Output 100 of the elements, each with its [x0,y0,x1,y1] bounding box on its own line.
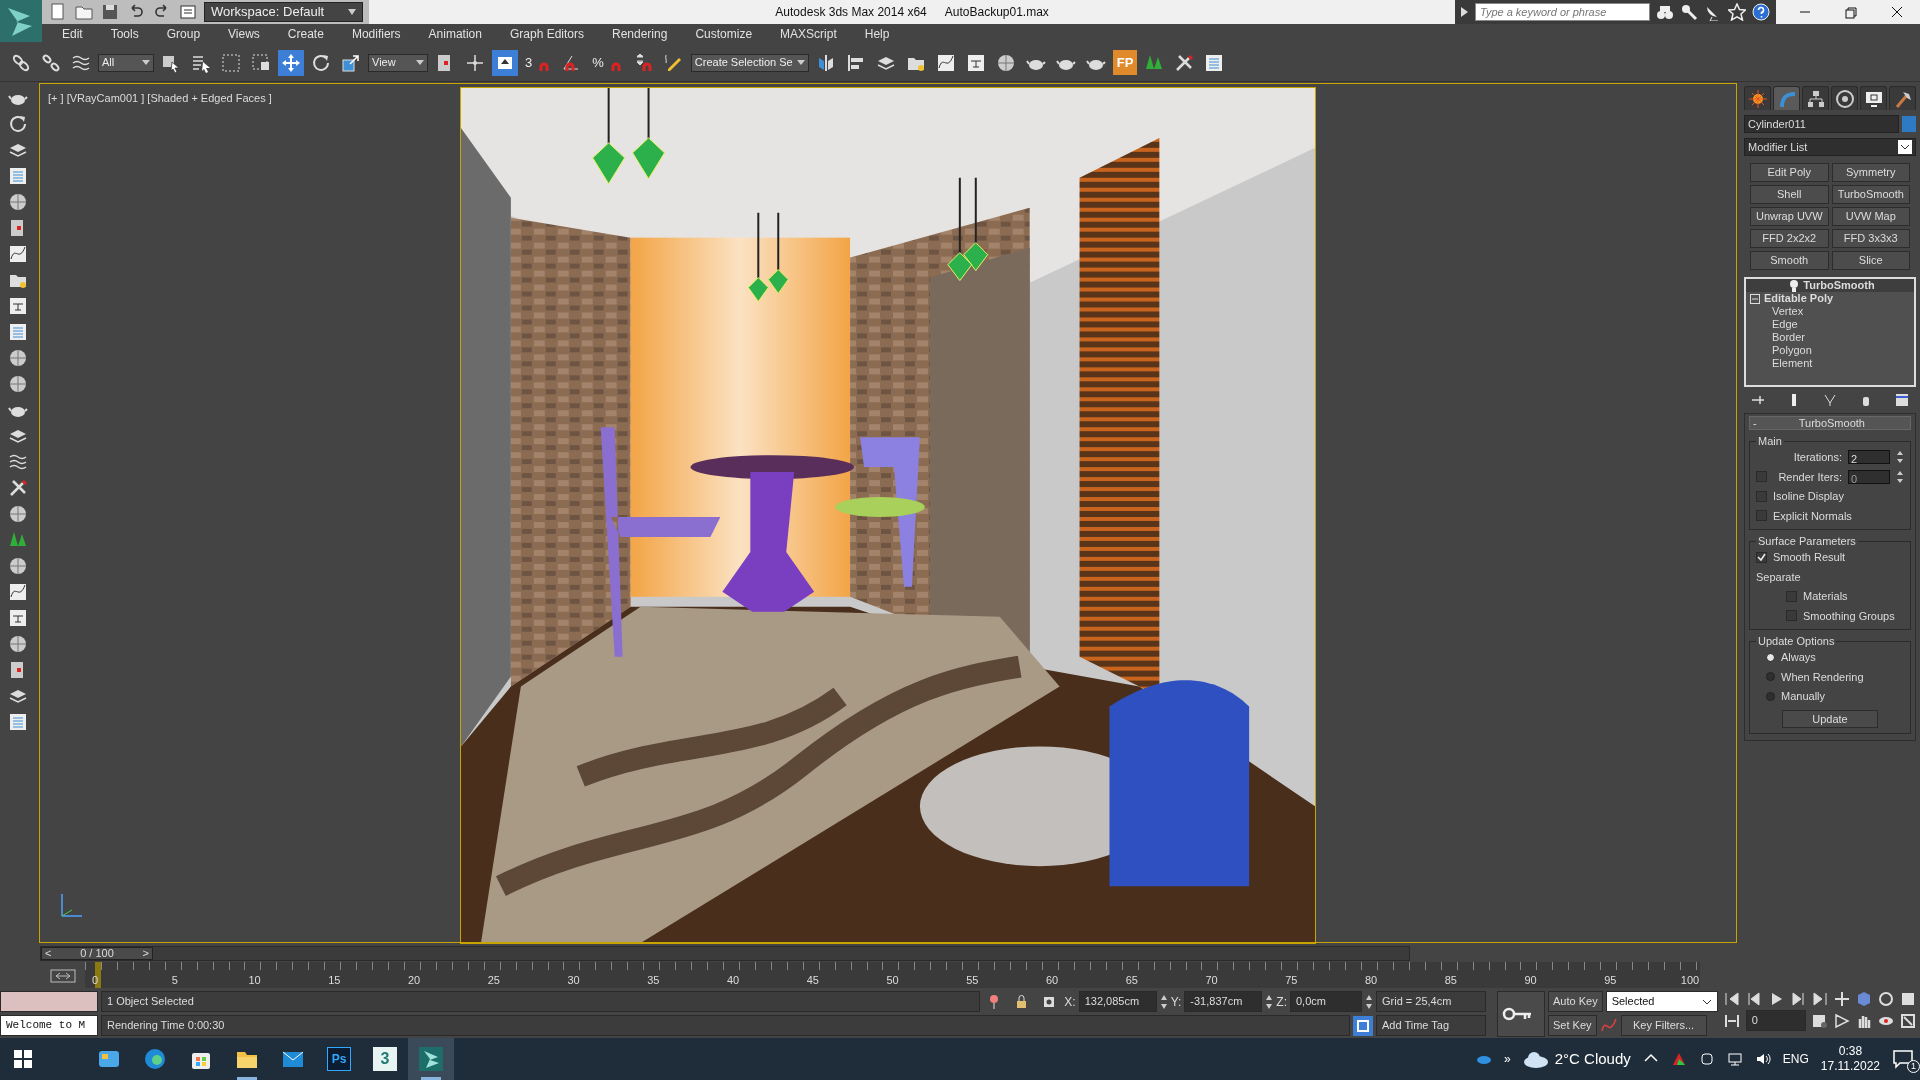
triangle-logo-icon[interactable] [1670,1051,1687,1067]
menu-item[interactable]: Help [850,25,904,43]
stack-item[interactable]: TurboSmooth [1746,279,1914,292]
volume-icon[interactable] [1754,1051,1771,1067]
target-icon[interactable] [1831,86,1858,110]
collapse-toggle[interactable]: - [1753,414,1757,432]
modifier-button[interactable]: Smooth [1750,251,1829,270]
go-to-start-icon[interactable] [1723,991,1740,1007]
checker-sphere-icon[interactable] [8,374,28,394]
pan-icon[interactable] [1833,991,1850,1007]
taskbar-app[interactable]: Ps [316,1038,362,1080]
language-indicator[interactable]: ENG [1782,1050,1809,1068]
checker-sphere-icon[interactable] [8,192,28,212]
go-to-end-icon[interactable] [1811,991,1828,1007]
color-swatch[interactable] [1902,116,1916,132]
app-logo-icon[interactable] [0,0,42,42]
maxscript-input[interactable]: Welcome to M [0,1015,98,1036]
stack-sub-item[interactable]: Polygon [1746,344,1914,357]
schematic-icon[interactable] [8,608,28,628]
monitor-icon[interactable] [1860,86,1887,110]
cloud-storage-icon[interactable] [1476,1053,1493,1065]
binoculars-icon[interactable] [1656,3,1674,21]
rollout-header[interactable]: - TurboSmooth [1749,416,1911,430]
track-bar[interactable]: 0 5 10 15 20 25 30 35 40 45 50 55 60 65 70 75 80 85 90 95 100 [85,962,1700,988]
list-window-icon[interactable] [8,166,28,186]
modifier-button[interactable]: FFD 2x2x2 [1750,229,1829,248]
previous-frame-icon[interactable] [1745,991,1762,1007]
search-field[interactable]: Type a keyword or phrase [1475,3,1650,21]
checkbox[interactable] [1756,510,1767,522]
hammer-icon[interactable] [1889,86,1916,110]
coordinate-field[interactable]: -31,837cm [1184,991,1263,1012]
menu-item[interactable]: MAXScript [766,25,851,43]
menu-item[interactable]: Modifiers [337,25,415,43]
key-icon[interactable] [1680,3,1698,21]
radio-button[interactable] [1766,672,1775,682]
curve-icon[interactable] [1773,86,1800,110]
number-field[interactable]: 2 [1848,450,1890,465]
wave-icon[interactable] [8,452,28,472]
modifier-button[interactable]: Unwrap UVW [1750,207,1829,226]
spinner-arrows-icon[interactable] [1896,469,1904,484]
dropdown[interactable]: Create Selection Se [690,53,809,72]
restore-icon[interactable] [1842,4,1860,20]
menu-item[interactable]: Group [152,25,215,43]
auto-key-button[interactable]: Auto Key [1548,991,1603,1012]
spinner-arrows-icon[interactable] [1896,450,1904,465]
star-burst-icon[interactable] [1744,86,1771,110]
checker-sphere-icon[interactable] [8,634,28,654]
modifier-button[interactable]: FFD 3x3x3 [1831,229,1910,248]
time-config-icon[interactable] [1811,1012,1828,1029]
checkbox[interactable] [1756,490,1767,502]
modifier-button[interactable]: Edit Poly [1750,163,1829,182]
time-slider-track[interactable]: < 0 / 100 > [40,946,1410,961]
time-tag-icon[interactable] [1353,1015,1373,1036]
stack-sub-item[interactable]: Vertex [1746,305,1914,318]
help-icon[interactable] [1752,3,1770,21]
expand-arrow-icon[interactable] [1461,7,1469,17]
save-icon[interactable] [100,2,120,22]
checker-sphere-icon[interactable] [8,348,28,368]
modifier-button[interactable]: Symmetry [1831,163,1910,182]
radio-button[interactable] [1766,652,1775,662]
maxscript-output[interactable] [0,991,98,1012]
menu-item[interactable]: Rendering [598,25,682,43]
dropdown[interactable]: View [368,53,428,72]
key-mode-dropdown[interactable]: Selected [1605,991,1718,1012]
time-slider-thumb[interactable]: < 0 / 100 > [41,947,153,960]
rotate-icon[interactable] [8,114,28,134]
taskbar-app[interactable] [408,1038,454,1080]
next-frame-button[interactable]: > [142,945,149,962]
weather-widget[interactable]: 2°C Cloudy [1522,1047,1631,1071]
coordinate-field[interactable]: 0,0cm [1290,991,1362,1012]
project-folder-icon[interactable] [178,2,198,22]
menu-item[interactable]: Views [214,25,274,43]
workspace-dropdown[interactable]: Workspace: Default [204,2,364,22]
viewport-toggle-icon[interactable] [1899,1012,1916,1029]
modifier-button[interactable]: TurboSmooth [1831,185,1910,204]
menu-item[interactable]: Animation [414,25,496,43]
modifier-button[interactable]: UVW Map [1831,207,1910,226]
webcam-icon[interactable] [1698,1051,1715,1067]
checkbox[interactable] [1756,471,1767,483]
move-icon[interactable] [278,49,304,76]
checker-sphere-icon[interactable] [8,556,28,576]
collapse-icon[interactable] [1750,293,1760,304]
schematic-icon[interactable] [8,296,28,316]
manipulate-icon[interactable] [492,49,518,76]
object-name-field[interactable]: Cylinder011 [1744,115,1899,133]
radio-button[interactable] [1766,691,1775,701]
stack-sub-item[interactable]: Element [1746,357,1914,370]
number-field[interactable]: 0 [1848,469,1890,484]
modifier-stack[interactable]: TurboSmooth Editable Poly Vertex Edge Border Polygon Element [1744,277,1916,387]
show-more-button[interactable]: » [1504,1050,1511,1068]
checkbox[interactable] [1786,590,1797,602]
key-filters-button[interactable]: Key Filters... [1620,1015,1707,1036]
network-icon[interactable] [1726,1051,1743,1067]
menu-item[interactable]: Edit [48,25,97,43]
modifier-button[interactable]: Slice [1831,251,1910,270]
modifier-list-dropdown[interactable]: Modifier List [1744,138,1916,156]
stack-sub-item[interactable]: Edge [1746,318,1914,331]
stack-sub-item[interactable]: Border [1746,331,1914,344]
curve-graph-icon[interactable] [8,582,28,602]
next-frame-icon[interactable] [1789,991,1806,1007]
